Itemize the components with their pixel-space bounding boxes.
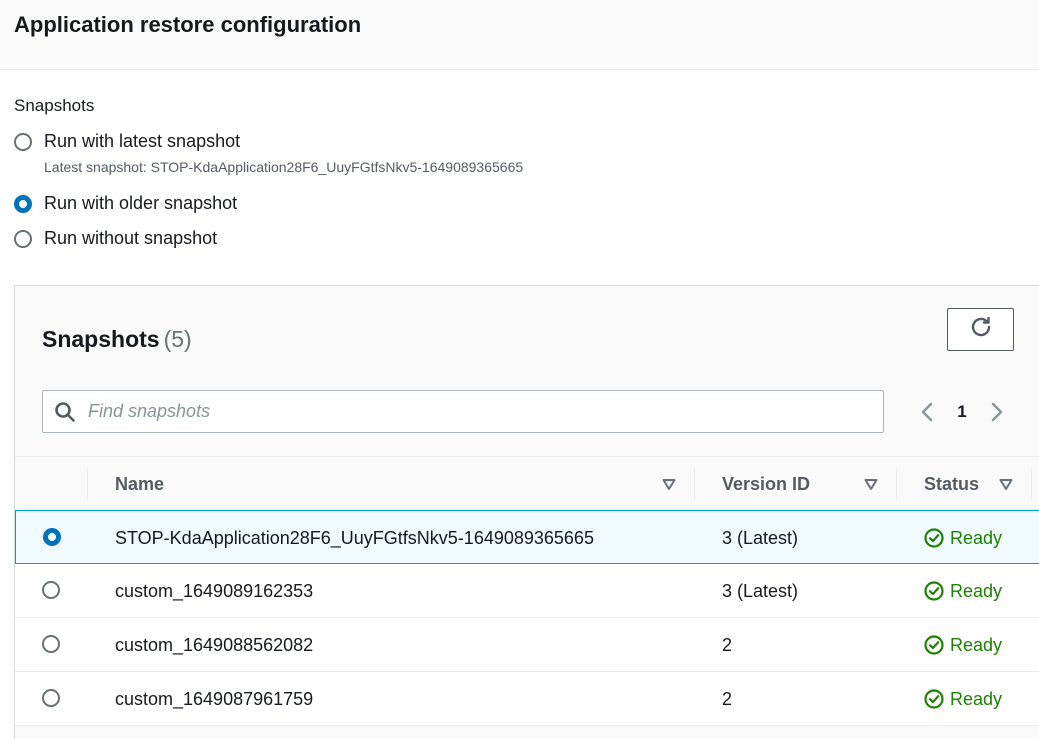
snapshots-table: Name Version ID Status STOP-KdaApplicati…	[15, 456, 1039, 726]
chevron-right-icon	[991, 402, 1003, 422]
table-row[interactable]: custom_1649088562082 2 Ready	[15, 618, 1039, 672]
radio-button[interactable]	[14, 132, 32, 151]
table-count: (5)	[163, 326, 192, 352]
row-radio[interactable]	[42, 581, 60, 599]
status-text: Ready	[950, 634, 1003, 655]
check-circle-icon	[924, 528, 944, 548]
check-circle-icon	[924, 635, 944, 655]
cell-name: custom_1649088562082	[115, 634, 314, 655]
column-separator	[1031, 469, 1032, 499]
cell-status: Ready	[924, 511, 1002, 565]
row-radio-selected[interactable]	[43, 528, 61, 546]
radio-button-selected[interactable]	[14, 194, 32, 213]
check-circle-icon	[924, 581, 944, 601]
section-header: Application restore configuration	[0, 0, 1039, 70]
page-title: Application restore configuration	[14, 12, 362, 37]
row-radio[interactable]	[42, 635, 60, 653]
table-row[interactable]: custom_1649087961759 2 Ready	[15, 672, 1039, 726]
table-row[interactable]: custom_1649089162353 3 (Latest) Ready	[15, 564, 1039, 618]
cell-name: custom_1649087961759	[115, 688, 314, 709]
check-circle-icon	[924, 689, 944, 709]
search-icon	[54, 401, 76, 423]
cell-status: Ready	[924, 564, 1002, 618]
table-header: Name Version ID Status	[15, 456, 1039, 510]
cell-version: 2	[722, 634, 733, 655]
refresh-icon	[969, 315, 993, 344]
row-radio[interactable]	[42, 689, 60, 707]
next-page-button[interactable]	[985, 398, 1009, 426]
status-text: Ready	[950, 580, 1003, 601]
radio-run-with-older-snapshot[interactable]: Run with older snapshot	[14, 193, 237, 214]
cell-name: custom_1649089162353	[115, 580, 314, 601]
pagination: 1	[915, 398, 1025, 426]
radio-label: Run without snapshot	[44, 228, 218, 248]
snapshots-table-panel: Snapshots(5) 1	[14, 285, 1039, 739]
cell-version: 3 (Latest)	[722, 580, 799, 601]
latest-snapshot-description: Latest snapshot: STOP-KdaApplication28F6…	[44, 159, 524, 175]
sort-down-icon[interactable]	[864, 477, 878, 491]
cell-version: 3 (Latest)	[722, 527, 799, 548]
sort-down-icon[interactable]	[662, 477, 676, 491]
table-title: Snapshots (5)	[42, 326, 192, 353]
radio-button[interactable]	[14, 229, 32, 248]
column-header-version-id[interactable]: Version ID	[722, 457, 810, 511]
table-title-text: Snapshots	[42, 326, 160, 352]
status-text: Ready	[950, 527, 1003, 548]
radio-run-with-latest-snapshot[interactable]: Run with latest snapshot	[14, 131, 240, 152]
column-header-status[interactable]: Status	[924, 457, 979, 511]
search-input[interactable]	[88, 401, 868, 422]
status-text: Ready	[950, 688, 1003, 709]
column-separator	[896, 469, 897, 499]
cell-status: Ready	[924, 672, 1002, 726]
refresh-button[interactable]	[947, 308, 1014, 351]
cell-version: 2	[722, 688, 733, 709]
cell-name: STOP-KdaApplication28F6_UuyFGtfsNkv5-164…	[115, 527, 594, 548]
chevron-left-icon	[921, 402, 933, 422]
page-number-current[interactable]: 1	[939, 402, 985, 422]
snapshots-option-label: Snapshots	[14, 96, 95, 115]
search-box	[42, 390, 884, 433]
column-separator	[694, 469, 695, 499]
column-header-name[interactable]: Name	[115, 457, 164, 511]
sort-down-icon[interactable]	[999, 477, 1013, 491]
cell-status: Ready	[924, 618, 1002, 672]
radio-label: Run with older snapshot	[44, 193, 238, 213]
radio-run-without-snapshot[interactable]: Run without snapshot	[14, 228, 217, 249]
radio-label: Run with latest snapshot	[44, 131, 241, 151]
table-row[interactable]: STOP-KdaApplication28F6_UuyFGtfsNkv5-164…	[15, 510, 1039, 564]
previous-page-button[interactable]	[915, 398, 939, 426]
column-separator	[87, 469, 88, 499]
